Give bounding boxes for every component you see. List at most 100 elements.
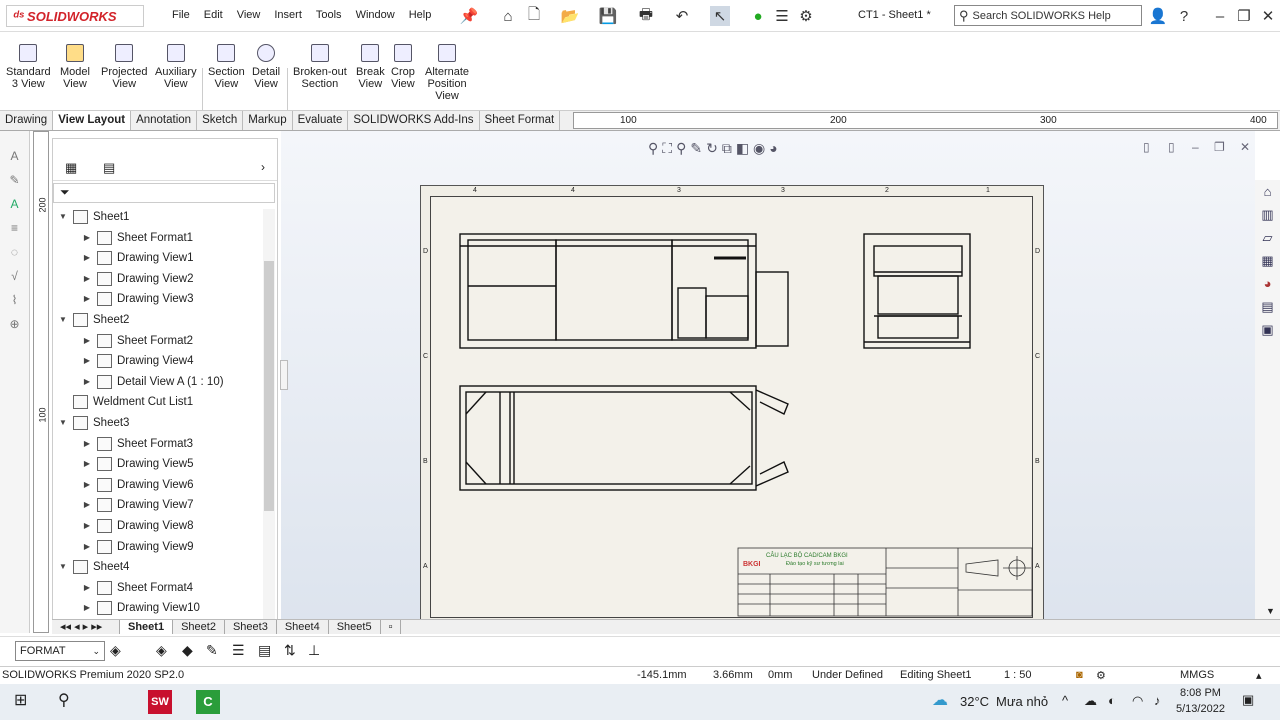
- wifi-icon[interactable]: ◠: [1132, 693, 1143, 717]
- model-view-button[interactable]: Model View: [60, 44, 90, 90]
- tab-view-layout[interactable]: View Layout: [53, 111, 132, 130]
- print-icon[interactable]: 🖶: [636, 6, 656, 26]
- tree-expand-arrow-icon[interactable]: ▶: [81, 475, 93, 495]
- search-help-input[interactable]: ⚲ Search SOLIDWORKS Help: [954, 5, 1142, 26]
- help-icon[interactable]: ?: [1174, 6, 1194, 26]
- menu-file[interactable]: File: [165, 9, 197, 21]
- projected-view-button[interactable]: Projected View: [101, 44, 147, 90]
- sketch-tool-icon[interactable]: ✎: [6, 173, 23, 190]
- tree-expand-arrow-icon[interactable]: ▶: [81, 269, 93, 289]
- menu-help[interactable]: Help: [402, 9, 439, 21]
- notification-icon[interactable]: ▣: [1242, 692, 1254, 716]
- hole-callout-icon[interactable]: ⊕: [6, 317, 23, 334]
- break-view-button[interactable]: Break View: [356, 44, 385, 90]
- solidworks-taskbar-icon[interactable]: SW: [148, 690, 172, 714]
- expand-tabs-chevron-icon[interactable]: ›: [261, 160, 265, 174]
- zoom-selection-icon[interactable]: ⚲: [676, 140, 686, 157]
- tab-markup[interactable]: Markup: [243, 111, 293, 130]
- sheet-nav-buttons[interactable]: ◂◂ ◂ ▸ ▸▸: [52, 620, 120, 634]
- unit-system[interactable]: MMGS: [1180, 669, 1214, 681]
- annotation-tool-icon[interactable]: A: [6, 197, 23, 214]
- tree-item[interactable]: ▶ Drawing View1: [81, 248, 194, 268]
- tree-item[interactable]: ▶ Drawing View3: [81, 289, 194, 309]
- open-folder-icon[interactable]: 📂: [560, 6, 580, 26]
- tree-expand-arrow-icon[interactable]: ▶: [81, 351, 93, 371]
- tile-right-icon[interactable]: ▯: [1168, 140, 1175, 154]
- menu-insert[interactable]: Insert: [267, 9, 309, 21]
- custom-properties-icon[interactable]: ▤: [1258, 299, 1277, 318]
- tree-item[interactable]: ▶ Sheet Format2: [81, 331, 193, 351]
- front-view[interactable]: [459, 233, 789, 349]
- tree-expand-arrow-icon[interactable]: ▼: [57, 557, 69, 577]
- tree-expand-arrow-icon[interactable]: ▶: [81, 372, 93, 392]
- select-pointer-icon[interactable]: ↖: [710, 6, 730, 26]
- tree-item[interactable]: ▶ Drawing View10: [81, 598, 200, 618]
- scrollbar-thumb[interactable]: [264, 261, 274, 511]
- tree-item[interactable]: ▼ Sheet4: [57, 557, 129, 577]
- line-color-icon[interactable]: ◈: [156, 642, 167, 659]
- volume-icon[interactable]: ♪: [1154, 693, 1161, 717]
- weather-icon[interactable]: ☁: [932, 690, 948, 714]
- line-style-icon[interactable]: ✎: [206, 642, 218, 659]
- rotate-icon[interactable]: ↻: [706, 140, 718, 157]
- tree-item[interactable]: ▶ Drawing View8: [81, 516, 194, 536]
- view-icon[interactable]: ⧉: [722, 140, 732, 157]
- forum-icon[interactable]: ▣: [1258, 322, 1277, 341]
- camtasia-taskbar-icon[interactable]: C: [196, 690, 220, 714]
- tab-sketch[interactable]: Sketch: [197, 111, 244, 130]
- minimize-icon[interactable]: –: [1210, 6, 1230, 26]
- close-icon[interactable]: ✕: [1258, 6, 1278, 26]
- tree-item[interactable]: ▶ Detail View A (1 : 10): [81, 372, 224, 392]
- weld-symbol-icon[interactable]: ⌇: [6, 293, 23, 310]
- tree-expand-arrow-icon[interactable]: ▶: [81, 248, 93, 268]
- zoom-to-fit-icon[interactable]: ⚲: [648, 140, 658, 157]
- tree-expand-arrow-icon[interactable]: ▶: [81, 289, 93, 309]
- clock-date[interactable]: 5/13/2022: [1176, 703, 1225, 727]
- tree-item[interactable]: ▶ Drawing View9: [81, 537, 194, 557]
- tab-evaluate[interactable]: Evaluate: [293, 111, 349, 130]
- tree-expand-arrow-icon[interactable]: ▶: [81, 434, 93, 454]
- tree-expand-arrow-icon[interactable]: ▼: [57, 207, 69, 227]
- canvas-scroll-down-icon[interactable]: ▼: [1266, 606, 1275, 616]
- tree-expand-arrow-icon[interactable]: ▶: [81, 578, 93, 598]
- tree-scrollbar[interactable]: [263, 209, 275, 629]
- tree-item[interactable]: ▶ Drawing View5: [81, 454, 194, 474]
- tab-solidworks-addins[interactable]: SOLIDWORKS Add-Ins: [348, 111, 480, 130]
- tree-item[interactable]: ▼ Sheet2: [57, 310, 129, 330]
- tree-item[interactable]: ▶ Drawing View2: [81, 269, 194, 289]
- sheet-tab-2[interactable]: Sheet2: [173, 620, 225, 634]
- coordinate-icon[interactable]: ⊥: [308, 642, 320, 659]
- crop-view-button[interactable]: Crop View: [391, 44, 415, 90]
- tree-filter-input[interactable]: ⏷: [53, 183, 275, 203]
- windows-start-icon[interactable]: ⊞: [14, 690, 27, 714]
- color-display-mode-icon[interactable]: ⇅: [284, 642, 296, 659]
- tree-expand-arrow-icon[interactable]: ▶: [81, 331, 93, 351]
- tree-expand-arrow-icon[interactable]: ▶: [81, 598, 93, 618]
- text-tool-icon[interactable]: A: [6, 149, 23, 166]
- detail-view-button[interactable]: Detail View: [252, 44, 280, 90]
- panel-splitter[interactable]: [280, 360, 288, 390]
- tab-drawing[interactable]: Drawing: [0, 111, 54, 130]
- save-icon[interactable]: 💾: [598, 6, 618, 26]
- menu-edit[interactable]: Edit: [197, 9, 230, 21]
- tree-expand-arrow-icon[interactable]: ▼: [57, 413, 69, 433]
- tab-annotation[interactable]: Annotation: [131, 111, 198, 130]
- network-icon[interactable]: ◐: [1108, 693, 1116, 717]
- feature-manager-tab-icon[interactable]: ▦: [65, 160, 77, 176]
- new-document-icon[interactable]: 🗋: [524, 6, 544, 26]
- tree-expand-arrow-icon[interactable]: ▶: [81, 495, 93, 515]
- tree-item[interactable]: ▶ Drawing View4: [81, 351, 194, 371]
- sheet-scale[interactable]: 1 : 50: [1004, 669, 1032, 681]
- tree-item[interactable]: ▶ Sheet Format3: [81, 434, 193, 454]
- tree-expand-arrow-icon[interactable]: ▶: [81, 454, 93, 474]
- taskbar-search-icon[interactable]: ⚲: [58, 690, 70, 714]
- tree-expand-arrow-icon[interactable]: ▶: [81, 228, 93, 248]
- tree-item[interactable]: Weldment Cut List1: [57, 392, 193, 412]
- rebuild-status-icon[interactable]: ◙: [1076, 669, 1083, 681]
- sheet-tab-5[interactable]: Sheet5: [329, 620, 381, 634]
- show-hidden-icons-icon[interactable]: ^: [1062, 693, 1068, 717]
- doc-minimize-icon[interactable]: –: [1192, 140, 1199, 154]
- hide-show-edges-icon[interactable]: ▤: [258, 642, 271, 659]
- top-view[interactable]: [459, 385, 789, 491]
- design-library-icon[interactable]: ▥: [1258, 207, 1277, 226]
